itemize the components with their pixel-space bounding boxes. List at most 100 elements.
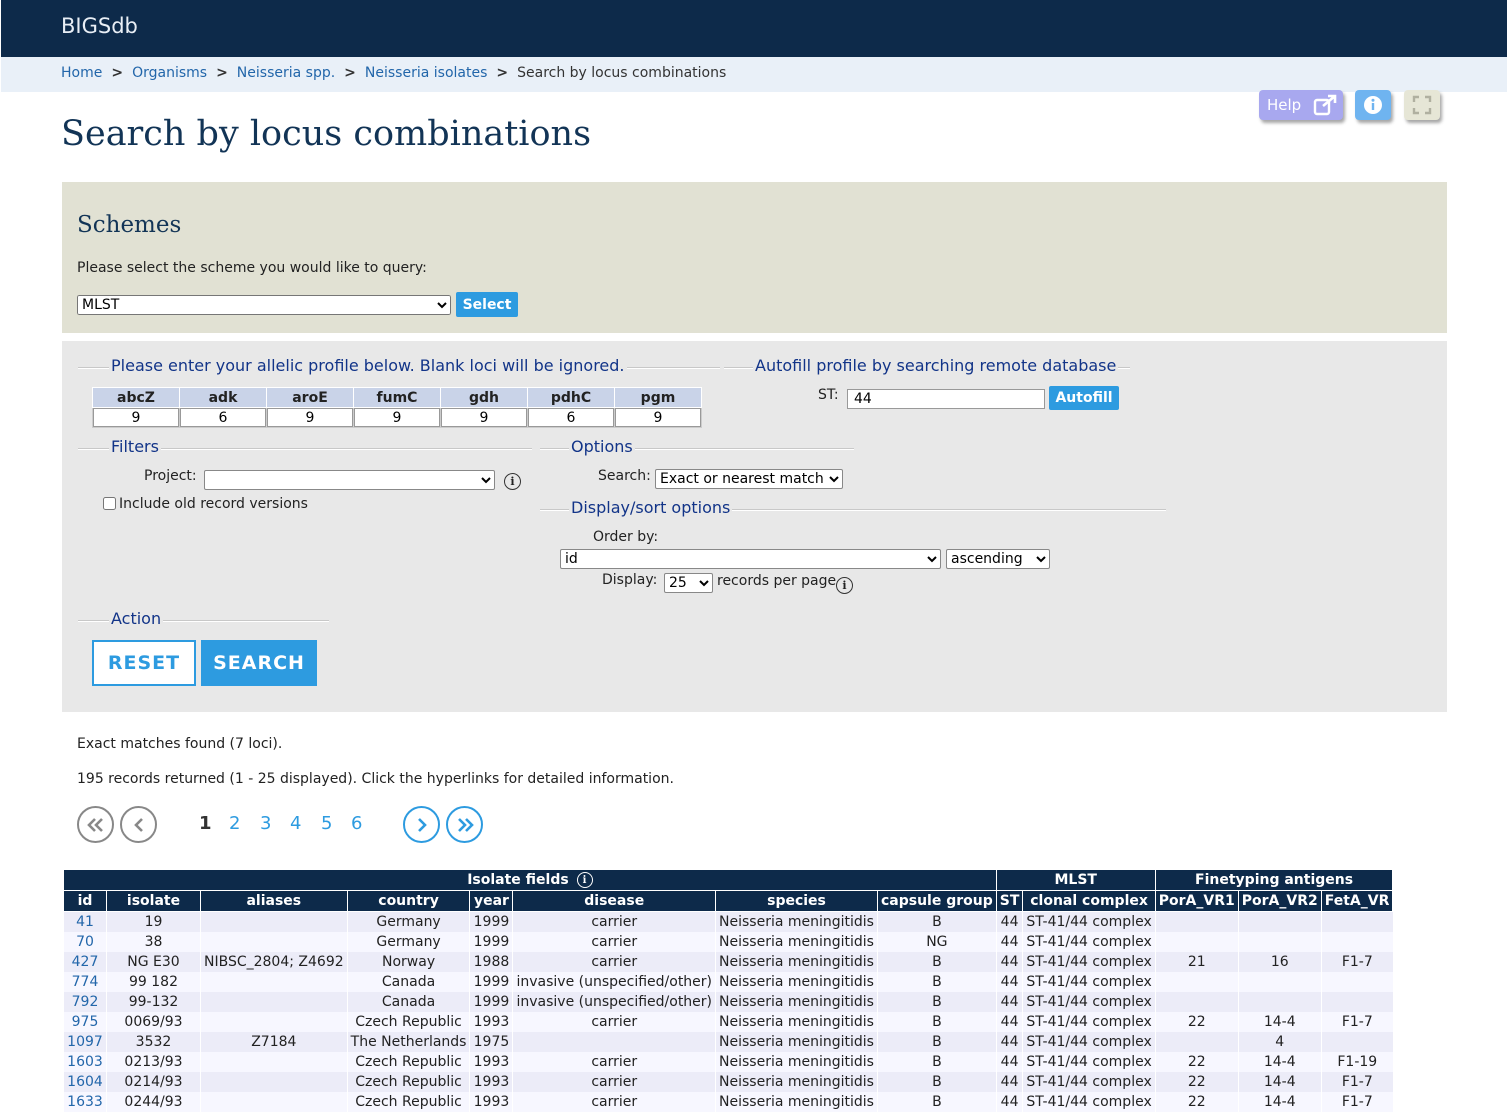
records-per-page-label: records per page (717, 573, 837, 589)
records-per-page-info-icon[interactable]: i (836, 577, 853, 594)
display-label: Display: (602, 572, 658, 588)
locus-input-adk[interactable] (180, 408, 266, 427)
column-header[interactable]: aliases (200, 890, 348, 912)
brand-title[interactable]: BIGSdb (61, 14, 138, 38)
table-cell: 1999 (469, 991, 513, 1012)
last-page-button[interactable] (446, 806, 483, 843)
table-cell: F1-7 (1320, 1071, 1393, 1092)
locus-input-abcz[interactable] (93, 408, 179, 427)
table-cell: ST-41/44 complex (1022, 931, 1156, 952)
isolate-fields-info-icon[interactable]: i (576, 872, 593, 888)
column-header[interactable]: year (469, 890, 514, 912)
include-old-versions-checkbox[interactable] (103, 497, 116, 510)
locus-input-aroe[interactable] (267, 408, 353, 427)
isolate-id-link[interactable]: 1604 (67, 1074, 103, 1090)
st-input[interactable] (847, 389, 1045, 409)
table-cell: invasive (unspecified/other) (512, 971, 716, 992)
column-header[interactable]: disease (512, 890, 717, 912)
locus-input-pgm[interactable] (615, 408, 701, 427)
order-by-select[interactable]: id (560, 549, 941, 569)
isolate-id-link[interactable]: 70 (76, 934, 94, 950)
locus-header: pdhC (527, 387, 615, 408)
table-cell: B (876, 1071, 997, 1092)
table-cell: 44 (995, 1091, 1023, 1112)
schemes-heading: Schemes (77, 212, 182, 238)
search-mode-select[interactable]: Exact or nearest match (655, 469, 843, 489)
isolate-id-link[interactable]: 1603 (67, 1054, 103, 1070)
locus-input-fumc[interactable] (354, 408, 440, 427)
project-info-icon[interactable]: i (504, 473, 521, 490)
breadcrumb-home[interactable]: Home (61, 65, 102, 81)
column-header[interactable]: ST (995, 890, 1024, 912)
table-cell (1237, 991, 1322, 1012)
table-cell: carrier (512, 931, 716, 952)
isolate-id-link[interactable]: 774 (72, 974, 99, 990)
page-info-button[interactable] (1355, 90, 1391, 120)
records-per-page-select[interactable]: 25 (664, 573, 713, 593)
locus-input-gdh[interactable] (441, 408, 527, 427)
breadcrumb-neisseria-spp[interactable]: Neisseria spp. (237, 65, 335, 81)
chevron-left-icon (133, 817, 143, 832)
table-row: 1097 3532 Z7184 The Netherlands 1975 Neisseri… (63, 1031, 1393, 1052)
fullscreen-button[interactable] (1404, 90, 1440, 120)
page-link[interactable]: 3 (260, 813, 271, 834)
table-cell: F1-7 (1320, 1011, 1393, 1032)
scheme-select[interactable]: MLST (77, 295, 451, 315)
locus-header: aroE (266, 387, 354, 408)
table-cell: ST-41/44 complex (1022, 951, 1156, 972)
table-cell: 1999 (469, 931, 513, 952)
table-cell: 1633 (63, 1091, 107, 1112)
table-cell (1154, 931, 1239, 952)
column-header[interactable]: FetA_VR (1320, 890, 1394, 912)
previous-page-button (120, 806, 157, 843)
table-cell: carrier (512, 1091, 716, 1112)
breadcrumb-neisseria-isolates[interactable]: Neisseria isolates (365, 65, 487, 81)
select-scheme-button[interactable]: Select (456, 292, 518, 317)
project-select[interactable] (204, 470, 495, 490)
breadcrumb-current: Search by locus combinations (517, 65, 727, 81)
table-cell: 1993 (469, 1011, 513, 1032)
breadcrumb-organisms[interactable]: Organisms (132, 65, 207, 81)
isolate-id-link[interactable]: 41 (76, 914, 94, 930)
locus-input-pdhc[interactable] (528, 408, 614, 427)
page-link[interactable]: 6 (351, 813, 362, 834)
table-cell: 0069/93 (106, 1011, 201, 1032)
table-cell: B (876, 1091, 997, 1112)
table-cell: The Netherlands (346, 1031, 470, 1052)
table-cell: Neisseria meningitidis (715, 1031, 878, 1052)
table-cell: 22 (1154, 1051, 1239, 1072)
next-page-button[interactable] (403, 806, 440, 843)
table-cell: Neisseria meningitidis (715, 1091, 878, 1112)
autofill-button[interactable]: Autofill (1049, 386, 1119, 410)
column-header[interactable]: PorA_VR1 (1154, 890, 1239, 912)
column-header[interactable]: capsule group (876, 890, 997, 912)
help-button[interactable]: Help (1259, 90, 1343, 120)
column-header[interactable]: isolate (106, 890, 201, 912)
locus-header: adk (179, 387, 267, 408)
isolate-id-link[interactable]: 975 (72, 1014, 99, 1030)
column-header[interactable]: country (346, 890, 471, 912)
schemes-prompt: Please select the scheme you would like … (77, 260, 427, 276)
page-link[interactable]: 4 (290, 813, 301, 834)
page-link[interactable]: 5 (321, 813, 332, 834)
column-header[interactable]: id (63, 890, 107, 912)
table-cell: NG E30 (106, 951, 201, 972)
isolate-id-link[interactable]: 1097 (67, 1034, 103, 1050)
isolate-id-link[interactable]: 427 (72, 954, 99, 970)
page-link[interactable]: 2 (229, 813, 240, 834)
table-cell: 1603 (63, 1051, 107, 1072)
reset-button[interactable]: RESET (92, 640, 196, 686)
search-button[interactable]: SEARCH (201, 640, 317, 686)
column-header[interactable]: clonal complex (1022, 890, 1156, 912)
first-page-button (77, 806, 114, 843)
table-cell: 1993 (469, 1051, 513, 1072)
table-cell: 22 (1154, 1011, 1239, 1032)
order-by-label: Order by: (593, 529, 659, 545)
table-cell (1320, 1031, 1393, 1052)
isolate-id-link[interactable]: 792 (72, 994, 99, 1010)
table-cell: ST-41/44 complex (1022, 991, 1156, 1012)
column-header[interactable]: species (715, 890, 878, 912)
sort-direction-select[interactable]: ascending (946, 549, 1050, 569)
column-header[interactable]: PorA_VR2 (1237, 890, 1322, 912)
isolate-id-link[interactable]: 1633 (67, 1094, 103, 1110)
